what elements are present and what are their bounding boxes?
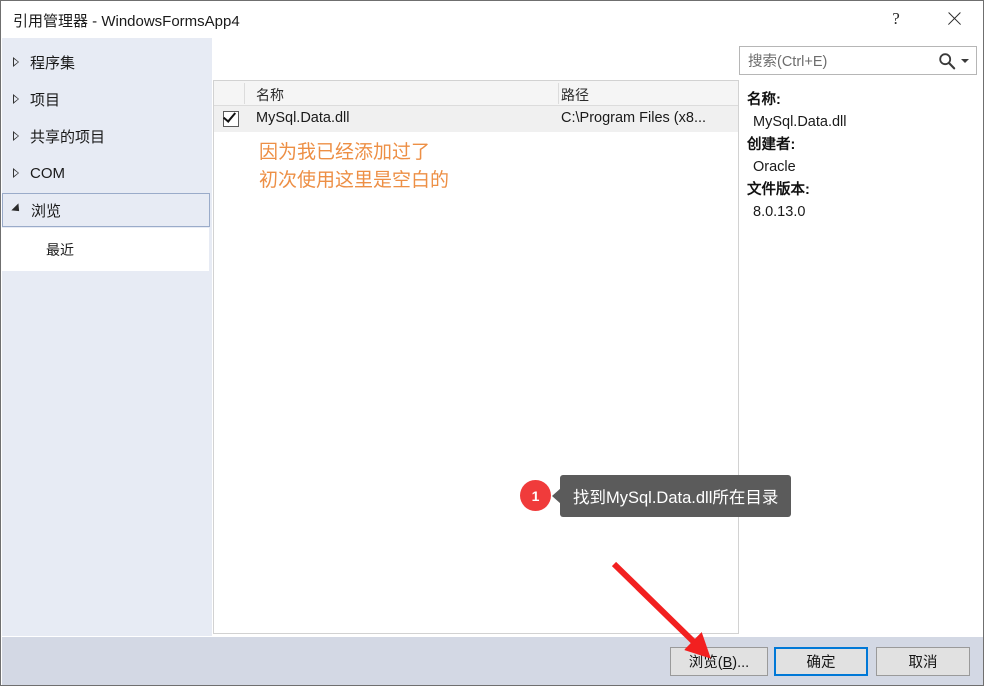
close-icon xyxy=(946,11,962,27)
sidebar-item-recent[interactable]: 最近 xyxy=(2,228,209,271)
chevron-right-icon xyxy=(2,57,30,67)
annotation-note: 因为我已经添加过了 初次使用这里是空白的 xyxy=(259,142,450,191)
browse-button[interactable]: 浏览(B)... xyxy=(670,647,768,676)
details-panel: 名称: MySql.Data.dll 创建者: Oracle 文件版本: 8.0… xyxy=(747,89,977,224)
title-bar: 引用管理器 - WindowsFormsApp4 ? xyxy=(1,1,983,38)
browse-button-label: 浏览(B)... xyxy=(688,655,750,671)
chevron-right-icon xyxy=(2,131,30,141)
cancel-button[interactable]: 取消 xyxy=(876,647,970,676)
check-icon xyxy=(222,109,237,123)
dialog-footer: 浏览(B)... 确定 取消 xyxy=(2,637,983,685)
row-checkbox[interactable] xyxy=(222,109,239,127)
chevron-right-icon xyxy=(2,94,30,104)
question-mark-icon: ? xyxy=(892,9,900,28)
detail-value-name: MySql.Data.dll xyxy=(753,114,847,130)
sidebar-item-projects[interactable]: 项目 xyxy=(2,82,210,116)
sidebar-item-browse[interactable]: 浏览 xyxy=(2,193,210,227)
detail-key-creator: 创建者: xyxy=(747,137,796,153)
sidebar-item-label: 最近 xyxy=(46,241,74,258)
table-row[interactable]: MySql.Data.dll C:\Program Files (x8... xyxy=(214,106,738,132)
sidebar-item-label: COM xyxy=(30,164,65,182)
sidebar-item-label: 程序集 xyxy=(30,54,76,72)
detail-key-name: 名称: xyxy=(747,92,781,108)
callout-bubble: 找到MySql.Data.dll所在目录 xyxy=(560,475,792,517)
callout-step-badge: 1 xyxy=(520,480,551,511)
sidebar-item-label: 浏览 xyxy=(31,202,62,220)
column-header-path[interactable]: 路径 xyxy=(561,85,589,105)
callout-text: 找到MySql.Data.dll所在目录 xyxy=(573,489,779,507)
callout-step-number: 1 xyxy=(531,487,540,504)
list-column-headers: 名称 路径 xyxy=(214,81,738,106)
reference-manager-dialog: 引用管理器 - WindowsFormsApp4 ? 程序集 项目 共享的项目 … xyxy=(0,0,984,686)
sidebar-item-label: 项目 xyxy=(30,91,61,109)
help-button[interactable]: ? xyxy=(873,1,919,37)
detail-value-file-version: 8.0.13.0 xyxy=(753,204,806,220)
detail-value-creator: Oracle xyxy=(753,159,796,175)
ok-button[interactable]: 确定 xyxy=(774,647,868,676)
cell-name: MySql.Data.dll xyxy=(256,110,350,126)
search-icon[interactable] xyxy=(938,52,956,70)
column-divider xyxy=(558,83,559,104)
search-input[interactable] xyxy=(746,47,940,76)
chevron-right-icon xyxy=(2,168,30,178)
sidebar-item-com[interactable]: COM xyxy=(2,156,210,190)
close-button[interactable] xyxy=(929,1,979,37)
chevron-down-icon xyxy=(3,203,31,215)
sidebar-item-assemblies[interactable]: 程序集 xyxy=(2,45,210,79)
search-box[interactable] xyxy=(739,46,977,76)
sidebar-item-label: 共享的项目 xyxy=(30,128,106,146)
column-header-name[interactable]: 名称 xyxy=(256,85,284,105)
chevron-down-icon[interactable] xyxy=(961,59,969,63)
detail-key-file-version: 文件版本: xyxy=(747,182,810,198)
window-title: 引用管理器 - WindowsFormsApp4 xyxy=(13,13,240,30)
column-divider xyxy=(244,83,245,104)
reference-list-panel: 名称 路径 MySql.Data.dll C:\Program Files (x… xyxy=(213,80,739,634)
cell-path: C:\Program Files (x8... xyxy=(561,110,707,126)
sidebar-item-shared-projects[interactable]: 共享的项目 xyxy=(2,119,210,153)
category-sidebar: 程序集 项目 共享的项目 COM 浏览 最近 xyxy=(2,38,212,636)
